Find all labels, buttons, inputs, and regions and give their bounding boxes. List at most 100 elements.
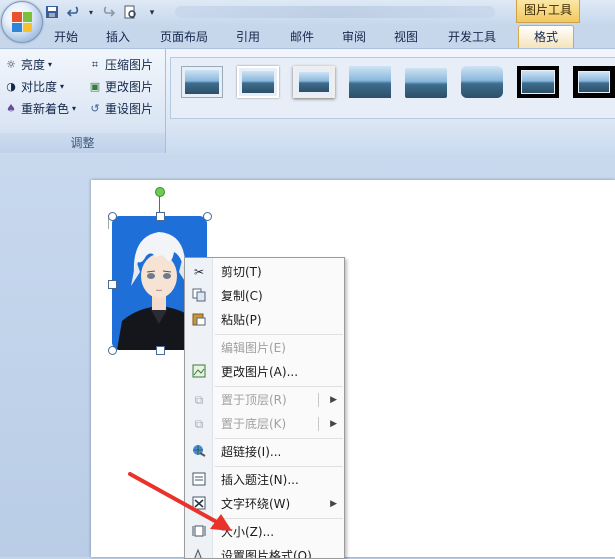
tab-references[interactable]: 引用 [232,26,264,48]
send-back-icon: ⧉ [194,417,204,431]
resize-handle-top-left[interactable] [108,212,117,221]
rotate-handle[interactable] [155,187,165,197]
menu-item-insert-caption[interactable]: 插入题注(N)... [185,468,344,492]
picture-styles-gallery [170,57,615,119]
dropdown-arrow-icon: ▾ [72,104,77,113]
picture-style-6[interactable] [461,66,503,98]
resize-handle-bottom[interactable] [156,346,165,355]
customize-icon[interactable]: ▾ [144,5,160,21]
tab-page-layout[interactable]: 页面布局 [156,26,212,48]
submenu-divider [318,393,319,407]
recolor-label: 重新着色 [21,102,70,116]
menu-item-size[interactable]: 大小(Z)... [185,520,344,544]
dropdown-arrow-icon[interactable]: ▾ [88,5,94,21]
change-picture-label: 更改图片 [105,80,154,94]
picture-style-7[interactable] [517,66,559,98]
ribbon: ☼ 亮度 ▾ ◑ 对比度 ▾ ♠ 重新着色 ▾ ⌗ 压缩图片 ▣ 更改图片 ↺ … [0,48,615,156]
redo-icon[interactable] [100,5,116,21]
menu-separator [215,334,343,335]
resize-handle-top-right[interactable] [203,212,212,221]
tab-view[interactable]: 视图 [390,26,422,48]
compress-pictures-button[interactable]: ⌗ 压缩图片 [88,55,153,75]
menu-item-send-to-back[interactable]: ⧉ 置于底层(K) ▶ [185,412,344,436]
quick-access-toolbar: ▾ ▾ [44,3,160,23]
recolor-icon: ♠ [6,102,16,115]
reset-picture-icon: ↺ [90,102,100,115]
scissors-icon: ✂ [193,265,205,279]
reset-picture-button[interactable]: ↺ 重设图片 [88,99,153,119]
adjust-group: ☼ 亮度 ▾ ◑ 对比度 ▾ ♠ 重新着色 ▾ ⌗ 压缩图片 ▣ 更改图片 ↺ … [0,49,166,153]
tab-mailings[interactable]: 邮件 [286,26,318,48]
contrast-icon: ◑ [6,80,16,93]
menu-item-label: 置于底层(K) [221,417,287,431]
menu-item-copy[interactable]: 复制(C) [185,284,344,308]
recolor-button[interactable]: ♠ 重新着色 ▾ [4,99,76,119]
reset-picture-label: 重设图片 [105,102,154,116]
menu-item-paste[interactable]: 粘贴(P) [185,308,344,332]
menu-item-label: 大小(Z)... [221,525,275,539]
context-menu: ✂ 剪切(T) 复制(C) 粘贴(P) 编辑图片(E) 更改图片(A)... ⧉… [184,257,345,559]
resize-handle-left[interactable] [108,280,117,289]
picture-style-8[interactable] [573,66,615,98]
compress-label: 压缩图片 [105,58,154,72]
menu-item-label: 复制(C) [221,289,263,303]
bring-front-icon: ⧉ [194,393,204,407]
menu-item-label: 编辑图片(E) [221,341,286,355]
menu-item-hyperlink[interactable]: 超链接(I)... [185,440,344,464]
title-bar: ▾ ▾ 图片工具 [0,0,615,26]
contrast-button[interactable]: ◑ 对比度 ▾ [4,77,64,97]
menu-separator [215,518,343,519]
change-picture-icon [191,364,207,380]
menu-item-label: 粘贴(P) [221,313,262,327]
undo-icon[interactable] [66,5,82,21]
menu-item-label: 更改图片(A)... [221,365,299,379]
brightness-icon: ☼ [6,58,16,71]
tab-home[interactable]: 开始 [50,26,82,48]
menu-item-label: 剪切(T) [221,265,262,279]
resize-handle-top[interactable] [156,212,165,221]
paste-icon [191,312,207,328]
format-picture-icon [191,548,207,558]
picture-tools-title: 图片工具 [516,0,580,23]
menu-separator [215,466,343,467]
hyperlink-icon [191,444,207,460]
tab-review[interactable]: 审阅 [338,26,370,48]
brightness-label: 亮度 [21,58,46,72]
copy-icon [191,288,207,304]
size-icon [191,524,207,540]
menu-item-cut[interactable]: ✂ 剪切(T) [185,260,344,284]
submenu-arrow-icon: ▶ [330,419,337,429]
picture-style-2[interactable] [237,66,279,98]
menu-item-edit-picture[interactable]: 编辑图片(E) [185,336,344,360]
print-preview-icon[interactable] [122,5,138,21]
picture-style-1[interactable] [181,66,223,98]
contrast-label: 对比度 [21,80,58,94]
change-picture-button[interactable]: ▣ 更改图片 [88,77,153,97]
dropdown-arrow-icon: ▾ [60,82,65,91]
adjust-group-label: 调整 [0,133,165,153]
submenu-arrow-icon: ▶ [330,499,337,509]
menu-separator [215,438,343,439]
office-button[interactable] [1,1,43,43]
menu-item-label: 置于顶层(R) [221,393,287,407]
resize-handle-bottom-left[interactable] [108,346,117,355]
window-title-obscured [175,6,495,18]
picture-style-3[interactable] [293,66,335,98]
ribbon-tabs: 开始 插入 页面布局 引用 邮件 审阅 视图 开发工具 格式 [0,25,615,49]
picture-style-4[interactable] [349,66,391,98]
change-picture-icon: ▣ [89,80,101,93]
tab-insert[interactable]: 插入 [102,26,134,48]
menu-item-text-wrapping[interactable]: 文字环绕(W) ▶ [185,492,344,516]
submenu-divider [318,417,319,431]
brightness-button[interactable]: ☼ 亮度 ▾ [4,55,52,75]
tab-format[interactable]: 格式 [518,25,574,49]
compress-icon: ⌗ [91,58,99,71]
save-icon[interactable] [44,5,60,21]
menu-item-change-picture[interactable]: 更改图片(A)... [185,360,344,384]
menu-item-bring-to-front[interactable]: ⧉ 置于顶层(R) ▶ [185,388,344,412]
picture-style-5[interactable] [405,66,447,98]
tab-developer[interactable]: 开发工具 [444,26,500,48]
menu-item-label: 插入题注(N)... [221,473,299,487]
submenu-arrow-icon: ▶ [330,395,337,405]
menu-item-label: 超链接(I)... [221,445,282,459]
